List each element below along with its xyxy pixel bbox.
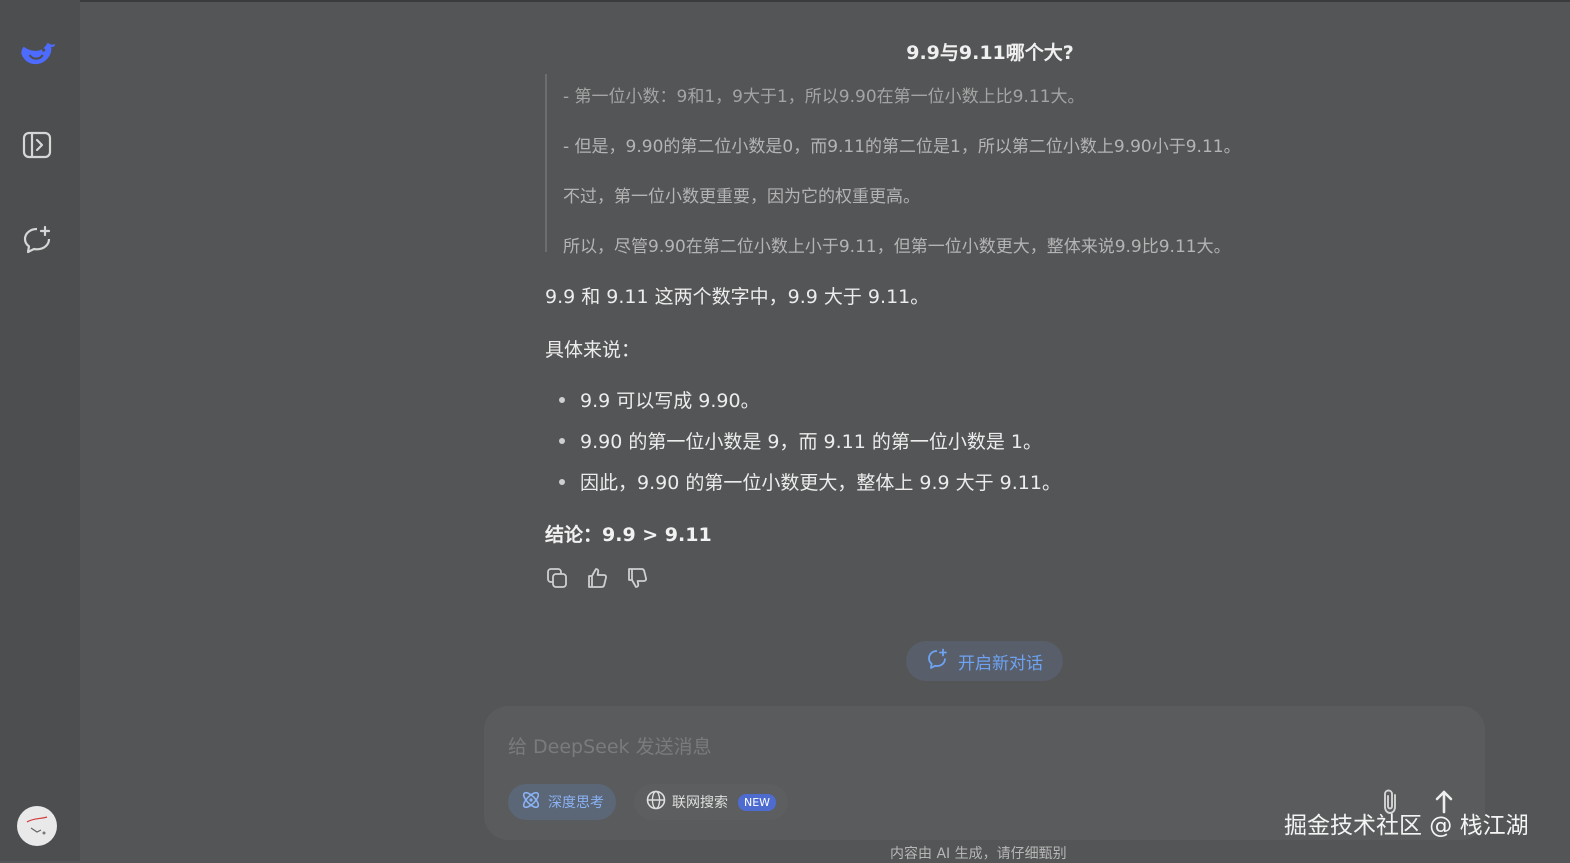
thumbs-down-icon[interactable] — [625, 566, 649, 590]
deepseek-logo-icon[interactable] — [18, 36, 56, 74]
globe-icon — [646, 790, 666, 814]
deep-think-label: 深度思考 — [548, 795, 604, 811]
user-avatar[interactable] — [17, 806, 57, 846]
answer-conclusion: 结论：9.9 > 9.11 — [545, 524, 712, 546]
reasoning-line: 不过，第一位小数更重要，因为它的权重更高。 — [563, 187, 920, 207]
answer-detail-heading: 具体来说： — [545, 339, 641, 361]
reasoning-line: - 但是，9.90的第二位小数是0，而9.11的第二位是1，所以第二位小数上9.… — [563, 137, 1241, 157]
message-input-placeholder[interactable]: 给 DeepSeek 发送消息 — [508, 732, 712, 759]
new-badge: NEW — [738, 793, 777, 811]
answer-bullet-list: 9.9 可以写成 9.90。 9.90 的第一位小数是 9，而 9.11 的第一… — [545, 386, 1061, 509]
copy-icon[interactable] — [545, 566, 569, 590]
deep-think-toggle[interactable]: 深度思考 — [508, 784, 616, 820]
answer-intro: 9.9 和 9.11 这两个数字中，9.9 大于 9.11。 — [545, 286, 930, 308]
web-search-label: 联网搜索 — [672, 795, 728, 811]
reasoning-line: 所以，尽管9.90在第二位小数上小于9.11，但第一位小数更大，整体来说9.9比… — [563, 237, 1231, 257]
atom-icon — [520, 789, 542, 815]
list-item: 9.90 的第一位小数是 9，而 9.11 的第一位小数是 1。 — [545, 427, 1061, 468]
top-border — [0, 0, 1570, 2]
conversation-title: 9.9与9.11哪个大? — [906, 42, 1074, 64]
web-search-toggle[interactable]: 联网搜索 NEW — [634, 784, 789, 820]
toggle-sidebar-icon[interactable] — [18, 126, 56, 164]
list-item: 9.9 可以写成 9.90。 — [545, 386, 1061, 427]
new-chat-icon[interactable] — [18, 221, 56, 259]
thumbs-up-icon[interactable] — [585, 566, 609, 590]
new-chat-icon — [926, 648, 948, 675]
new-conversation-button[interactable]: 开启新对话 — [906, 641, 1063, 681]
ai-disclaimer: 内容由 AI 生成，请仔细甄别 — [890, 846, 1067, 862]
sidebar — [0, 0, 80, 861]
new-conversation-label: 开启新对话 — [958, 653, 1043, 674]
list-item: 因此，9.90 的第一位小数更大，整体上 9.9 大于 9.11。 — [545, 468, 1061, 509]
watermark-text: 掘金技术社区 @ 栈江湖 — [1284, 813, 1529, 839]
reasoning-block: - 第一位小数：9和1，9大于1，所以9.90在第一位小数上比9.11大。 - … — [545, 74, 1307, 257]
reasoning-line: - 第一位小数：9和1，9大于1，所以9.90在第一位小数上比9.11大。 — [563, 87, 1085, 107]
message-actions — [545, 566, 649, 590]
